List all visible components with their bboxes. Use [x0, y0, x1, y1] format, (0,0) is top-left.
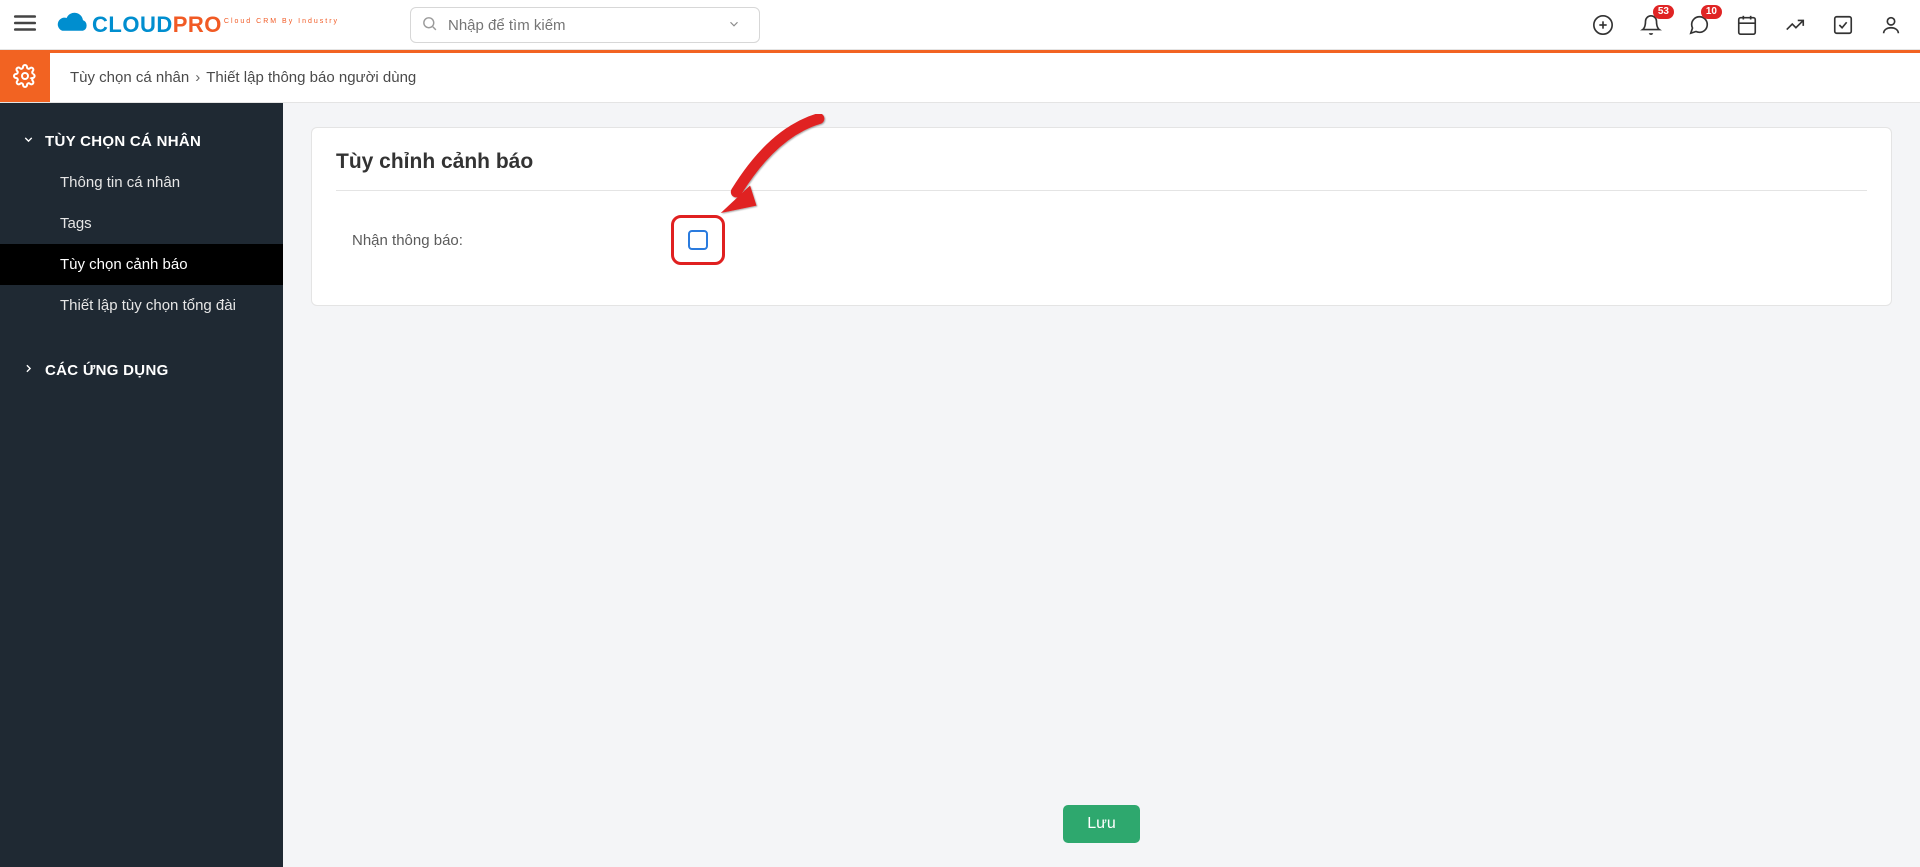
logo[interactable]: CLOUDPRO Cloud CRM By Industry: [56, 9, 337, 40]
alert-settings-card: Tùy chỉnh cảnh báo Nhận thông báo:: [311, 127, 1892, 306]
menu-toggle-button[interactable]: [0, 0, 50, 50]
divider: [336, 190, 1867, 191]
sidebar-item[interactable]: Tùy chọn cảnh báo: [0, 244, 283, 285]
action-bar: Lưu: [311, 785, 1892, 843]
global-search[interactable]: [410, 7, 760, 43]
checkbox-highlight: [671, 215, 725, 265]
sidebar-group-personal-header[interactable]: TÙY CHỌN CÁ NHÂN: [0, 121, 283, 162]
calendar-button[interactable]: [1736, 14, 1758, 36]
sidebar-item[interactable]: Thiết lập tùy chọn tổng đài: [0, 285, 283, 326]
chevron-down-icon: [22, 133, 35, 150]
breadcrumb-current: Thiết lập thông báo người dùng: [206, 69, 416, 86]
gear-icon: [13, 64, 37, 91]
quick-add-button[interactable]: [1592, 14, 1614, 36]
notifications-badge: 53: [1653, 5, 1674, 19]
messages-badge: 10: [1701, 5, 1722, 19]
settings-button[interactable]: [0, 53, 50, 102]
breadcrumb-parent[interactable]: Tùy chọn cá nhân: [70, 69, 189, 86]
receive-notification-row: Nhận thông báo:: [336, 215, 1867, 265]
sidebar-item[interactable]: Thông tin cá nhân: [0, 162, 283, 203]
sidebar-group-title: TÙY CHỌN CÁ NHÂN: [45, 133, 201, 150]
save-button[interactable]: Lưu: [1063, 805, 1140, 843]
search-dropdown-button[interactable]: [727, 17, 749, 34]
logo-text: CLOUDPRO: [92, 14, 222, 36]
search-input[interactable]: [446, 16, 727, 35]
sidebar-group-apps: CÁC ỨNG DỤNG: [0, 350, 283, 391]
sidebar-group-apps-header[interactable]: CÁC ỨNG DỤNG: [0, 350, 283, 391]
sidebar-group-personal: TÙY CHỌN CÁ NHÂN Thông tin cá nhânTagsTù…: [0, 121, 283, 326]
settings-sidebar: TÙY CHỌN CÁ NHÂN Thông tin cá nhânTagsTù…: [0, 103, 283, 867]
logo-subtitle: Cloud CRM By Industry: [224, 18, 339, 25]
search-icon: [421, 15, 446, 35]
reports-button[interactable]: [1784, 14, 1806, 36]
chevron-right-icon: ›: [195, 69, 200, 86]
receive-notification-checkbox[interactable]: [688, 230, 708, 250]
topbar-right: 53 10: [1592, 14, 1902, 36]
hamburger-icon: [12, 10, 38, 39]
profile-button[interactable]: [1880, 14, 1902, 36]
tasks-button[interactable]: [1832, 14, 1854, 36]
sidebar-item[interactable]: Tags: [0, 203, 283, 244]
notifications-button[interactable]: 53: [1640, 14, 1662, 36]
messages-button[interactable]: 10: [1688, 14, 1710, 36]
card-title: Tùy chỉnh cảnh báo: [336, 150, 1867, 174]
breadcrumb: Tùy chọn cá nhân › Thiết lập thông báo n…: [50, 53, 416, 102]
main-content: Tùy chỉnh cảnh báo Nhận thông báo:: [283, 103, 1920, 867]
sidebar-group-title: CÁC ỨNG DỤNG: [45, 362, 169, 379]
chevron-right-icon: [22, 362, 35, 379]
field-label: Nhận thông báo:: [336, 232, 671, 249]
cloud-icon: [56, 9, 90, 40]
breadcrumb-row: Tùy chọn cá nhân › Thiết lập thông báo n…: [0, 53, 1920, 103]
topbar: CLOUDPRO Cloud CRM By Industry 53 10: [0, 0, 1920, 50]
